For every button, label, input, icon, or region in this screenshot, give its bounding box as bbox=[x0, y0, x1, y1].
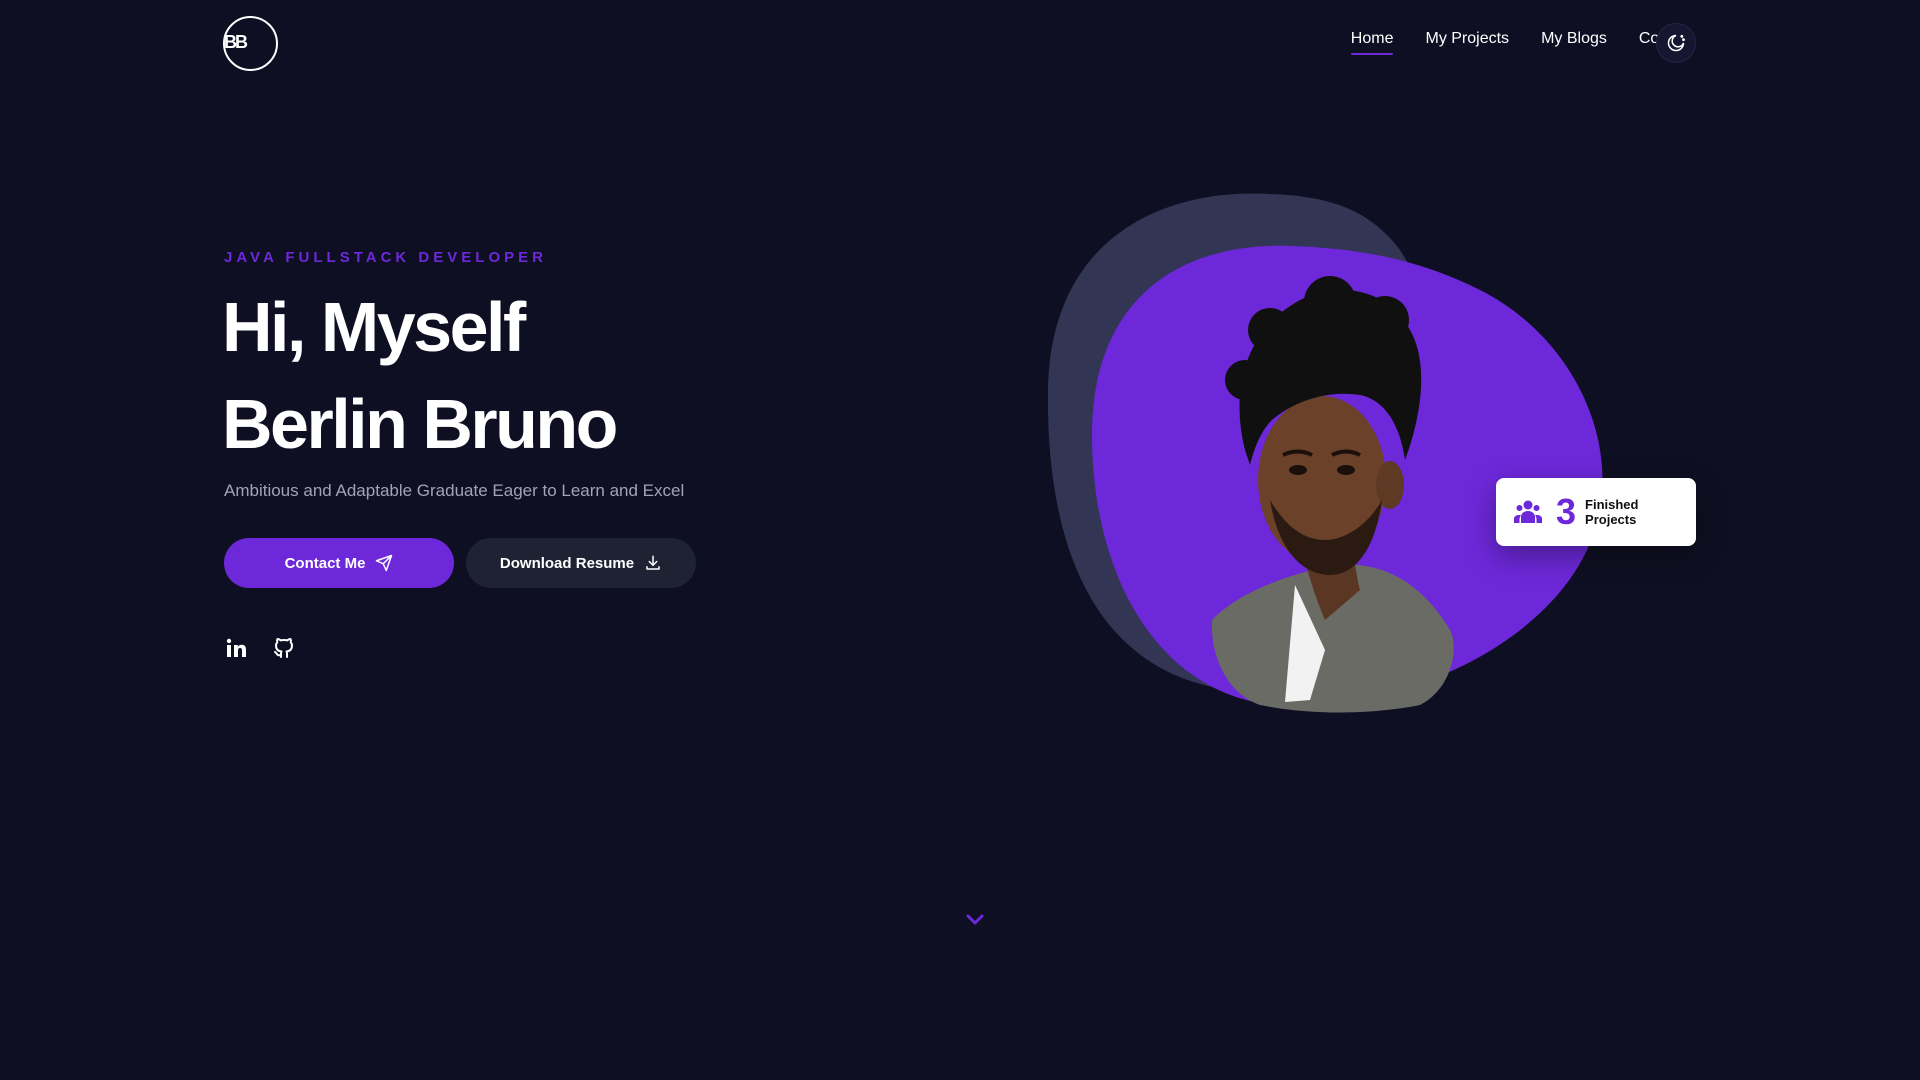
contact-me-button[interactable]: Contact Me bbox=[224, 538, 454, 588]
scroll-down-chevron-icon[interactable] bbox=[964, 912, 986, 928]
moon-icon bbox=[1667, 34, 1685, 52]
hero-greeting: Hi, Myself bbox=[222, 288, 526, 366]
nav-home[interactable]: Home bbox=[1350, 30, 1393, 55]
contact-me-label: Contact Me bbox=[284, 554, 366, 572]
github-icon[interactable] bbox=[272, 636, 296, 660]
portfolio-page: BB Home My Projects My Blogs Contact JAV… bbox=[0, 0, 1920, 1080]
users-icon bbox=[1514, 500, 1542, 523]
profile-blob bbox=[1047, 193, 1603, 713]
hero-tagline: Ambitious and Adaptable Graduate Eager t… bbox=[224, 481, 685, 500]
theme-toggle-button[interactable] bbox=[1656, 23, 1696, 63]
download-resume-label: Download Resume bbox=[499, 554, 635, 572]
send-icon bbox=[376, 554, 393, 572]
site-header: BB Home My Projects My Blogs Contact bbox=[0, 0, 1920, 86]
nav-my-projects[interactable]: My Projects bbox=[1425, 30, 1509, 52]
download-icon bbox=[646, 555, 660, 570]
download-resume-button[interactable]: Download Resume bbox=[466, 538, 696, 588]
main-nav: Home My Projects My Blogs Contact bbox=[1319, 30, 1694, 55]
finished-projects-count: 3 bbox=[1556, 491, 1577, 532]
hero-name: Berlin Bruno bbox=[222, 385, 618, 463]
social-links bbox=[224, 636, 320, 660]
role-subtitle: JAVA FULLSTACK DEVELOPER bbox=[224, 249, 547, 266]
finished-projects-label: Finished Projects bbox=[1585, 497, 1639, 527]
nav-my-blogs[interactable]: My Blogs bbox=[1541, 30, 1607, 52]
logo-text: BB bbox=[224, 32, 248, 52]
finished-projects-badge: 3 Finished Projects bbox=[1496, 478, 1696, 546]
linkedin-icon[interactable] bbox=[224, 636, 248, 660]
logo[interactable]: BB bbox=[223, 16, 278, 71]
